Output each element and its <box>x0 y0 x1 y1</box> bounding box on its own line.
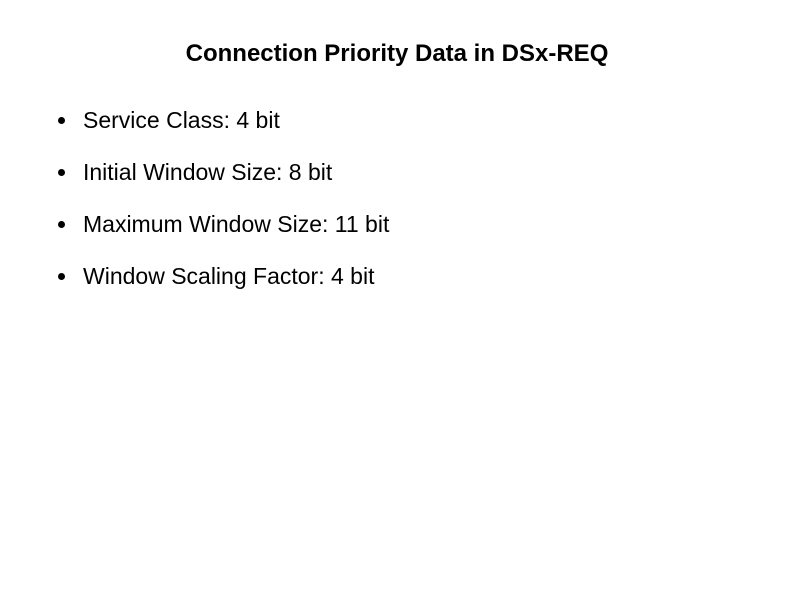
bullet-list: Service Class: 4 bit Initial Window Size… <box>50 106 744 292</box>
bullet-text: Service Class: 4 bit <box>83 106 280 136</box>
bullet-icon <box>58 221 65 228</box>
bullet-icon <box>58 169 65 176</box>
slide-title: Connection Priority Data in DSx-REQ <box>110 40 684 68</box>
slide-container: Connection Priority Data in DSx-REQ Serv… <box>0 0 794 595</box>
list-item: Maximum Window Size: 11 bit <box>50 210 744 240</box>
bullet-icon <box>58 117 65 124</box>
bullet-icon <box>58 273 65 280</box>
list-item: Window Scaling Factor: 4 bit <box>50 262 744 292</box>
list-item: Initial Window Size: 8 bit <box>50 158 744 188</box>
bullet-text: Initial Window Size: 8 bit <box>83 158 332 188</box>
bullet-text: Maximum Window Size: 11 bit <box>83 210 389 240</box>
bullet-text: Window Scaling Factor: 4 bit <box>83 262 374 292</box>
list-item: Service Class: 4 bit <box>50 106 744 136</box>
